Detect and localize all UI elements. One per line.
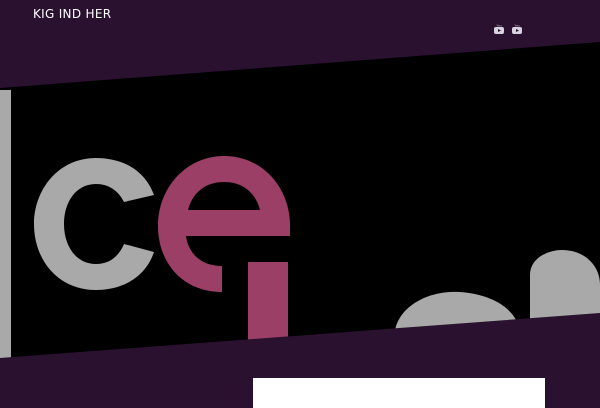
- svg-text:You: You: [496, 24, 501, 28]
- svg-text:You: You: [514, 24, 519, 28]
- youtube-icon: You: [512, 24, 522, 34]
- youtube-icon: You: [494, 24, 504, 34]
- youtube-link[interactable]: You: [493, 24, 505, 36]
- letter-stroke-left: [0, 90, 11, 358]
- youtube-link[interactable]: You: [511, 24, 523, 36]
- hero-banner: [0, 0, 600, 400]
- site-header: KIG IND HER You You: [0, 0, 600, 60]
- letter-partial-b: [530, 250, 600, 358]
- letter-descender: [248, 262, 288, 352]
- content-card: [253, 378, 545, 408]
- hero-graphic: [0, 42, 600, 358]
- hero-panel: [0, 42, 600, 358]
- site-title-link[interactable]: KIG IND HER: [33, 7, 111, 21]
